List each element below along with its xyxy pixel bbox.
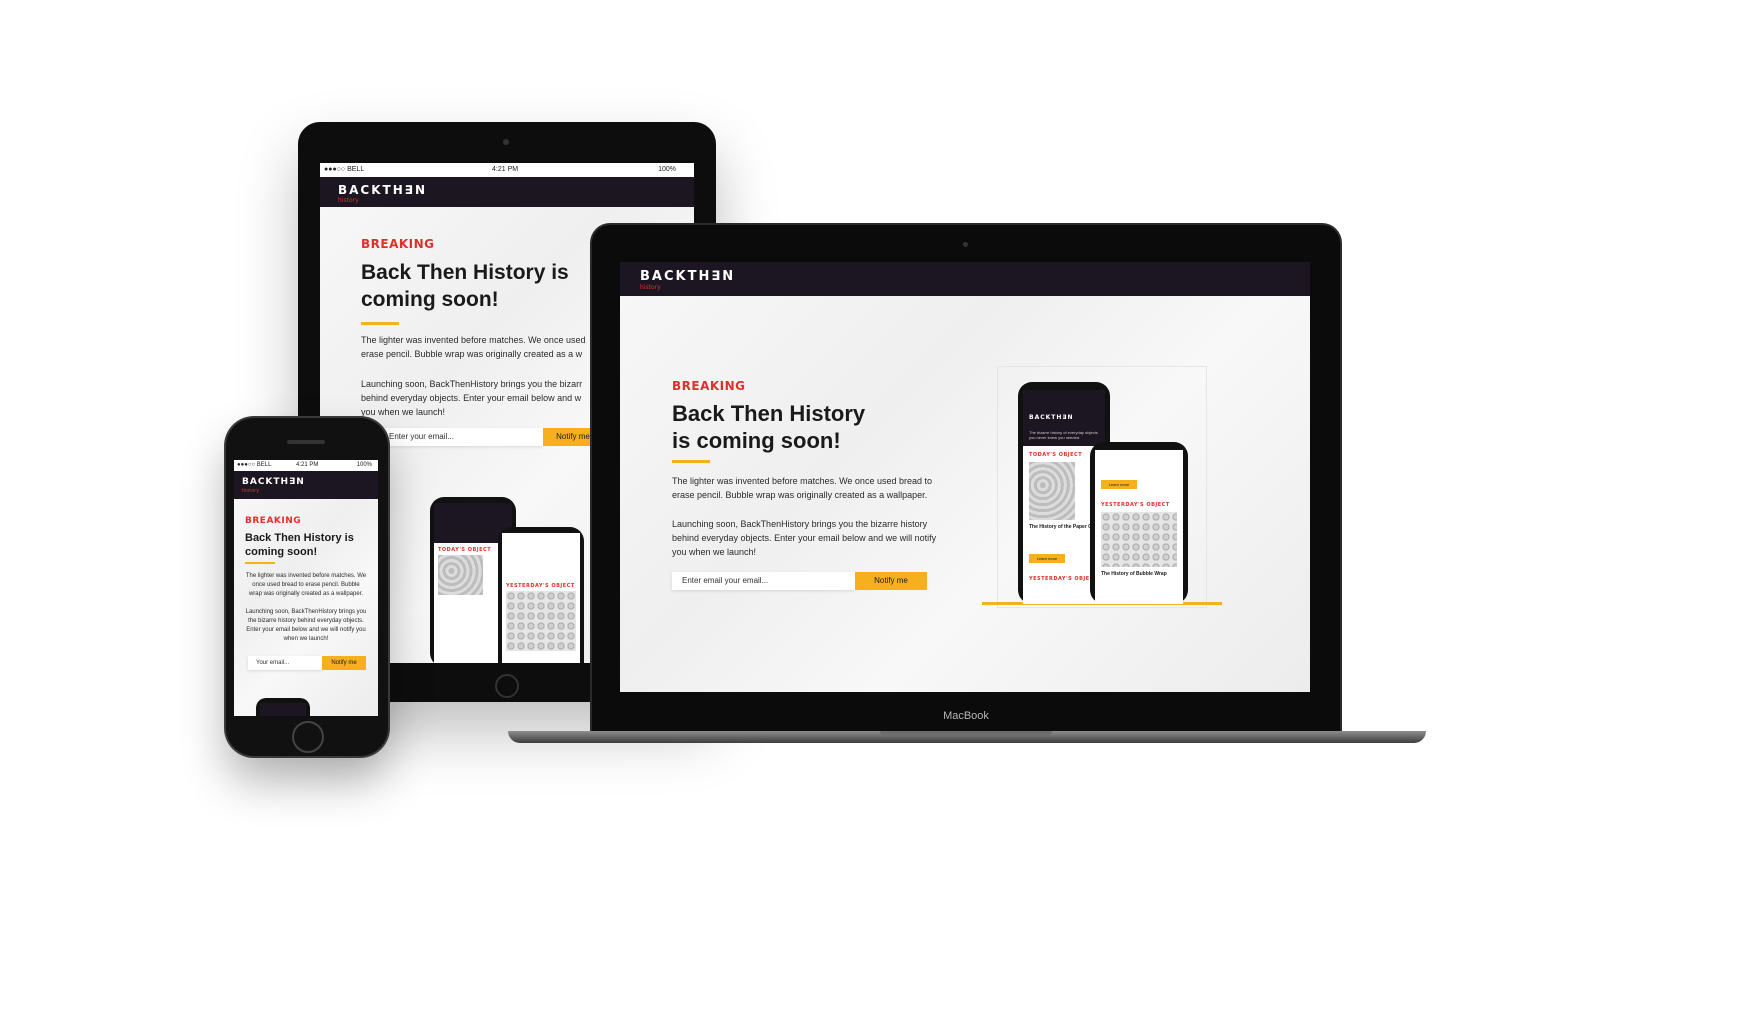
mini-learn-more-front: Learn more [1101, 480, 1137, 489]
paper-clip-image [1029, 462, 1075, 520]
notify-button[interactable]: Notify me [855, 572, 927, 590]
laptop-notch [880, 731, 1052, 736]
brand-logo[interactable]: BACKTH∃N [640, 269, 735, 284]
brand-sub: history [242, 488, 260, 494]
phone-screen: ●●●○○ BELL 4:21 PM 100% BACKTH∃N history… [234, 460, 378, 716]
phone-home-button[interactable] [292, 721, 324, 753]
illustration-phone-peek [256, 698, 310, 716]
mini-yesterday-label: YESTERDAY'S OBJECT [1101, 502, 1170, 508]
mini-bubble-title: The History of Bubble Wrap [1101, 571, 1167, 577]
brand-sub: history [338, 197, 359, 204]
time-label: 4:21 PM [296, 462, 319, 468]
mockup-scene: { "brand": { "name": "BACKTH∃N", "sub": … [0, 0, 1750, 1016]
mini-tagline: The bizarre history of everyday objects … [1029, 430, 1098, 440]
illustration-phone-front: Learn more YESTERDAY'S OBJECT The Histor… [1090, 442, 1188, 604]
laptop-device: BACKTH∃N history BREAKING Back Then Hist… [508, 225, 1428, 745]
email-field[interactable]: Your email... [248, 656, 322, 670]
brand-sub: history [640, 284, 661, 291]
tablet-camera [503, 139, 509, 145]
phone-speaker [287, 440, 325, 444]
mini-today-label: TODAY'S OBJECT [438, 547, 492, 553]
laptop-chin: MacBook [592, 692, 1340, 733]
battery-label: 100% [356, 462, 372, 468]
kicker-label: BREAKING [672, 379, 746, 393]
launch-paragraph: Launching soon, BackThenHistory brings y… [672, 519, 937, 557]
laptop-camera [963, 242, 968, 247]
phone-device: ●●●○○ BELL 4:21 PM 100% BACKTH∃N history… [226, 418, 388, 756]
carrier-label: ●●●○○ BELL [237, 462, 272, 468]
time-label: 4:21 PM [492, 166, 519, 173]
phone-header: BACKTH∃N history [234, 471, 378, 499]
site-header: BACKTH∃N history [620, 262, 1310, 296]
paper-clip-image [438, 555, 483, 595]
carrier-label: ●●●○○ BELL [324, 166, 365, 173]
title-underline [245, 562, 275, 564]
bubble-wrap-image [1101, 512, 1177, 567]
notify-button[interactable]: Notify me [322, 656, 366, 670]
page-title: Back Then History is coming soon! [672, 401, 866, 453]
mini-today-label: TODAY'S OBJECT [1029, 452, 1083, 458]
title-underline [361, 322, 399, 325]
intro-paragraph: The lighter was invented before matches.… [245, 573, 367, 597]
battery-label: 100% [658, 166, 676, 173]
mini-yesterday-label-back: YESTERDAY'S OBJECT [1029, 576, 1098, 582]
email-field[interactable]: Enter email your email... [672, 572, 855, 590]
page-title: Back Then History is coming soon! [245, 532, 354, 558]
tablet-header: BACKTH∃N history [320, 177, 694, 207]
mini-brand: BACKTH∃N [1029, 414, 1074, 421]
phone-status-bar: ●●●○○ BELL 4:21 PM 100% [234, 460, 378, 471]
kicker-label: BREAKING [361, 237, 435, 251]
brand-logo[interactable]: BACKTH∃N [242, 477, 305, 487]
site-content: BREAKING Back Then History is coming soo… [620, 296, 1310, 692]
mini-learn-more: Learn more [1029, 554, 1065, 563]
phone-content: BREAKING Back Then History is coming soo… [234, 499, 378, 716]
kicker-label: BREAKING [245, 516, 302, 526]
launch-paragraph: Launching soon, BackThenHistory brings y… [245, 609, 367, 642]
mini-paper-clip-title: The History of the Paper Clip [1029, 524, 1098, 530]
title-underline [672, 460, 710, 463]
brand-logo[interactable]: BACKTH∃N [338, 183, 427, 197]
intro-paragraph: The lighter was invented before matches.… [672, 476, 932, 500]
tablet-status-bar: ●●●○○ BELL 4:21 PM 100% [320, 163, 694, 177]
laptop-screen: BACKTH∃N history BREAKING Back Then Hist… [620, 262, 1310, 692]
laptop-label: MacBook [943, 710, 989, 722]
